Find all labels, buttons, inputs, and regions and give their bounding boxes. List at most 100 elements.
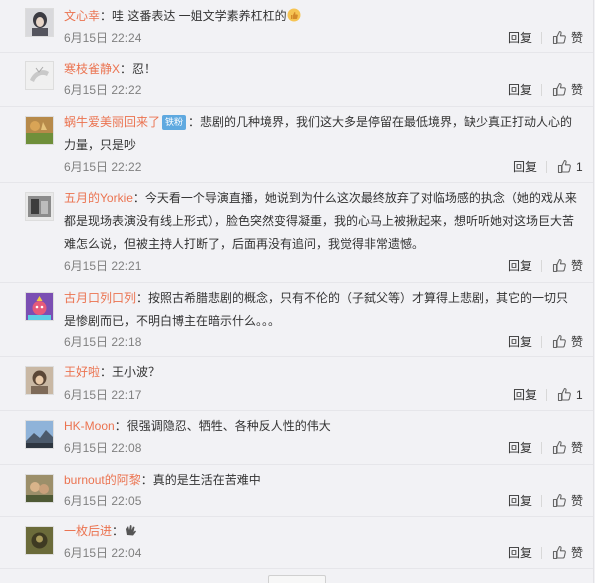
- reply-button[interactable]: 回复: [508, 334, 532, 350]
- divider: [541, 336, 542, 348]
- reply-button[interactable]: 回复: [513, 159, 537, 175]
- avatar[interactable]: [25, 8, 54, 37]
- comment-text: 王好啦：王小波？: [64, 361, 578, 384]
- comment-time: 6月15日 22:04: [64, 546, 142, 560]
- divider: [541, 495, 542, 507]
- avatar[interactable]: [25, 526, 54, 555]
- thumbs-up-icon: [287, 7, 301, 22]
- like-button[interactable]: 赞: [552, 30, 588, 46]
- avatar[interactable]: [25, 474, 54, 503]
- comment-item: 寒枝雀静X：忍！ 6月15日 22:22 回复 赞: [0, 52, 593, 107]
- reply-button[interactable]: 回复: [508, 82, 532, 98]
- divider: [541, 84, 542, 96]
- comment-time: 6月15日 22:21: [64, 259, 142, 273]
- comment-content: ：忍！: [120, 62, 157, 76]
- avatar[interactable]: [25, 192, 54, 221]
- fan-badge: 铁粉: [162, 115, 187, 130]
- like-count: 赞: [571, 31, 584, 45]
- reply-button[interactable]: 回复: [508, 493, 532, 509]
- thumbs-up-icon: [552, 440, 566, 455]
- comment-username[interactable]: HK-Moon: [64, 419, 115, 433]
- comment-content: ：真的是生活在苦难中: [140, 473, 261, 487]
- comment-item: 一枚后进： 6月15日 22:04 回复 赞: [0, 516, 593, 569]
- comment-text: 文心幸：哇 这番表达 一姐文学素养杠杠的: [64, 5, 578, 28]
- like-count: 赞: [571, 259, 584, 273]
- avatar[interactable]: [25, 420, 54, 449]
- avatar[interactable]: [25, 116, 54, 145]
- comment-username[interactable]: 一枚后进: [64, 524, 112, 538]
- comment-time: 6月15日 22:18: [64, 335, 142, 349]
- divider: [541, 260, 542, 272]
- like-count: 赞: [571, 83, 584, 97]
- pagination[interactable]: [268, 575, 326, 583]
- like-count: 1: [576, 160, 583, 174]
- reply-button[interactable]: 回复: [508, 258, 532, 274]
- thumbs-up-icon: [552, 258, 566, 273]
- like-count: 赞: [571, 494, 584, 508]
- comment-username[interactable]: burnout的阿黎: [64, 473, 141, 487]
- comment-content: ：哇 这番表达 一姐文学素养杠杠的: [100, 9, 287, 23]
- comment-content: ：: [112, 524, 125, 538]
- comment-content: ：很强调隐忍、牺牲、各种反人性的伟大: [114, 419, 331, 433]
- comment-item: 古月口列口列：按照古希腊悲剧的概念，只有不伦的（子弑父等）才算得上悲剧，其它的一…: [0, 282, 593, 357]
- comment-item: 蜗牛爱美丽回来了 铁粉 ：悲剧的几种境界，我们这大多是停留在最低境界，缺少真正打动人…: [0, 106, 593, 183]
- thumbs-up-icon: [557, 387, 571, 402]
- comment-username[interactable]: 寒枝雀静X: [64, 62, 120, 76]
- comment-item: HK-Moon：很强调隐忍、牺牲、各种反人性的伟大 6月15日 22:08 回复…: [0, 410, 593, 465]
- like-count: 1: [576, 388, 583, 402]
- reply-button[interactable]: 回复: [508, 545, 532, 561]
- comment-text: HK-Moon：很强调隐忍、牺牲、各种反人性的伟大: [64, 415, 578, 438]
- divider: [541, 32, 542, 44]
- like-button[interactable]: 赞: [552, 82, 588, 98]
- like-button[interactable]: 1: [557, 387, 587, 403]
- reply-button[interactable]: 回复: [508, 440, 532, 456]
- comment-text: 古月口列口列：按照古希腊悲剧的概念，只有不伦的（子弑父等）才算得上悲剧，其它的一…: [64, 287, 578, 333]
- comment-text: 寒枝雀静X：忍！: [64, 58, 578, 81]
- divider: [546, 161, 547, 173]
- comment-time: 6月15日 22:24: [64, 31, 142, 45]
- thumbs-up-icon: [557, 159, 571, 174]
- like-count: 赞: [571, 546, 584, 560]
- thumbs-up-icon: [552, 545, 566, 560]
- clapping-hands-icon: [124, 522, 138, 536]
- comment-text: 一枚后进：: [64, 520, 578, 543]
- divider: [546, 389, 547, 401]
- comment-username[interactable]: 王好啦: [64, 365, 100, 379]
- like-count: 赞: [571, 441, 584, 455]
- avatar[interactable]: [25, 292, 54, 321]
- comment-time: 6月15日 22:22: [64, 160, 142, 174]
- divider: [541, 547, 542, 559]
- comment-content: ：今天看一个导演直播，她说到为什么这次最终放弃了对临场感的执念（她的戏从来都是现…: [64, 191, 577, 251]
- comment-item: 王好啦：王小波？ 6月15日 22:17 回复 1: [0, 356, 593, 411]
- like-button[interactable]: 赞: [552, 258, 588, 274]
- comment-username[interactable]: 蜗牛爱美丽回来了: [64, 115, 160, 129]
- comment-item: 文心幸：哇 这番表达 一姐文学素养杠杠的 6月15日 22:24 回复 赞: [0, 0, 593, 53]
- comment-username[interactable]: 文心幸: [64, 9, 100, 23]
- thumbs-up-icon: [552, 334, 566, 349]
- reply-button[interactable]: 回复: [508, 30, 532, 46]
- comment-list: 文心幸：哇 这番表达 一姐文学素养杠杠的 6月15日 22:24 回复 赞 寒枝…: [0, 0, 594, 583]
- avatar[interactable]: [25, 366, 54, 395]
- comment-text: 五月的Yorkie：今天看一个导演直播，她说到为什么这次最终放弃了对临场感的执念…: [64, 187, 578, 256]
- reply-button[interactable]: 回复: [513, 387, 537, 403]
- comment-text: burnout的阿黎：真的是生活在苦难中: [64, 469, 578, 492]
- comment-time: 6月15日 22:17: [64, 388, 142, 402]
- comment-text: 蜗牛爱美丽回来了 铁粉 ：悲剧的几种境界，我们这大多是停留在最低境界，缺少真正打动人…: [64, 111, 578, 157]
- like-button[interactable]: 赞: [552, 440, 588, 456]
- like-button[interactable]: 赞: [552, 545, 588, 561]
- like-count: 赞: [571, 335, 584, 349]
- comment-item: 五月的Yorkie：今天看一个导演直播，她说到为什么这次最终放弃了对临场感的执念…: [0, 182, 593, 283]
- like-button[interactable]: 赞: [552, 334, 588, 350]
- like-button[interactable]: 1: [557, 159, 587, 175]
- avatar[interactable]: [25, 61, 54, 90]
- thumbs-up-icon: [552, 30, 566, 45]
- comment-username[interactable]: 五月的Yorkie: [64, 191, 133, 205]
- divider: [541, 442, 542, 454]
- thumbs-up-icon: [552, 493, 566, 508]
- comment-content: ：王小波？: [100, 365, 161, 379]
- like-button[interactable]: 赞: [552, 493, 588, 509]
- comment-item: burnout的阿黎：真的是生活在苦难中 6月15日 22:05 回复 赞: [0, 464, 593, 517]
- comment-username[interactable]: 古月口列口列: [64, 291, 136, 305]
- thumbs-up-icon: [552, 82, 566, 97]
- comment-time: 6月15日 22:08: [64, 441, 142, 455]
